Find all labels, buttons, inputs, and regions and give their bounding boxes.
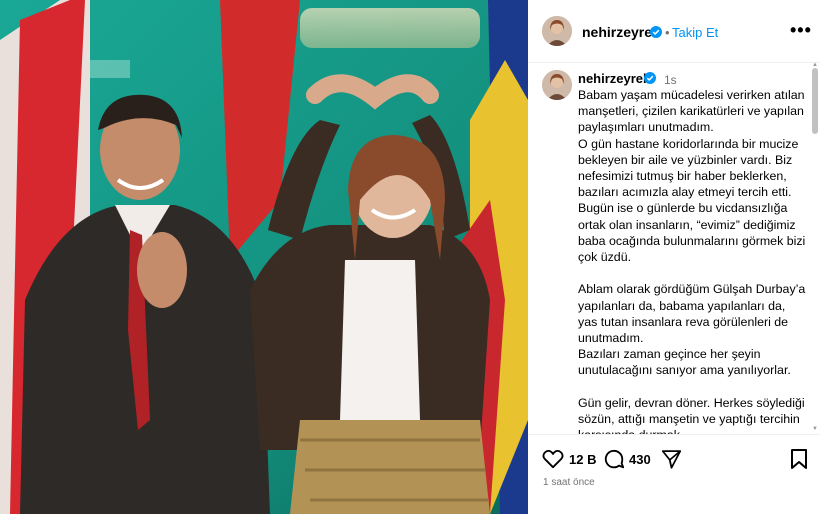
verified-badge-icon xyxy=(644,72,656,84)
more-options-icon[interactable]: ••• xyxy=(790,20,812,41)
separator-dot: • xyxy=(665,25,670,40)
caption-scrollbar[interactable]: ▲ ▼ xyxy=(812,62,818,434)
bookmark-icon[interactable] xyxy=(790,448,808,470)
comment-icon[interactable] xyxy=(603,448,625,470)
post-photo-illustration xyxy=(0,0,528,514)
caption-author-avatar[interactable] xyxy=(542,70,572,100)
follow-button[interactable]: Takip Et xyxy=(672,25,718,40)
post-sidebar: nehirzeyrek • Takip Et ••• nehirzeyrek 1… xyxy=(528,0,820,514)
author-username[interactable]: nehirzeyrek xyxy=(582,24,660,40)
verified-badge-icon xyxy=(650,26,662,38)
share-icon[interactable] xyxy=(661,449,682,469)
author-avatar[interactable] xyxy=(542,16,572,46)
post-actions: 12 B 430 1 saat önce xyxy=(528,434,820,515)
caption-author-username[interactable]: nehirzeyrek xyxy=(578,71,650,86)
post-photo[interactable] xyxy=(0,0,528,514)
caption-section: nehirzeyrek 1s Babam yaşam mücadelesi ve… xyxy=(528,62,820,434)
likes-count[interactable]: 12 B xyxy=(569,452,596,467)
post-time-ago[interactable]: 1 saat önce xyxy=(543,477,595,488)
heart-icon[interactable] xyxy=(542,449,564,469)
scrollbar-thumb[interactable] xyxy=(812,68,818,134)
caption-text: Babam yaşam mücadelesi verirken atılan m… xyxy=(578,88,806,434)
scroll-down-arrow-icon[interactable]: ▼ xyxy=(812,426,818,432)
comments-count[interactable]: 430 xyxy=(629,452,651,467)
post-header: nehirzeyrek • Takip Et ••• xyxy=(528,0,820,63)
caption-time[interactable]: 1s xyxy=(664,73,677,87)
